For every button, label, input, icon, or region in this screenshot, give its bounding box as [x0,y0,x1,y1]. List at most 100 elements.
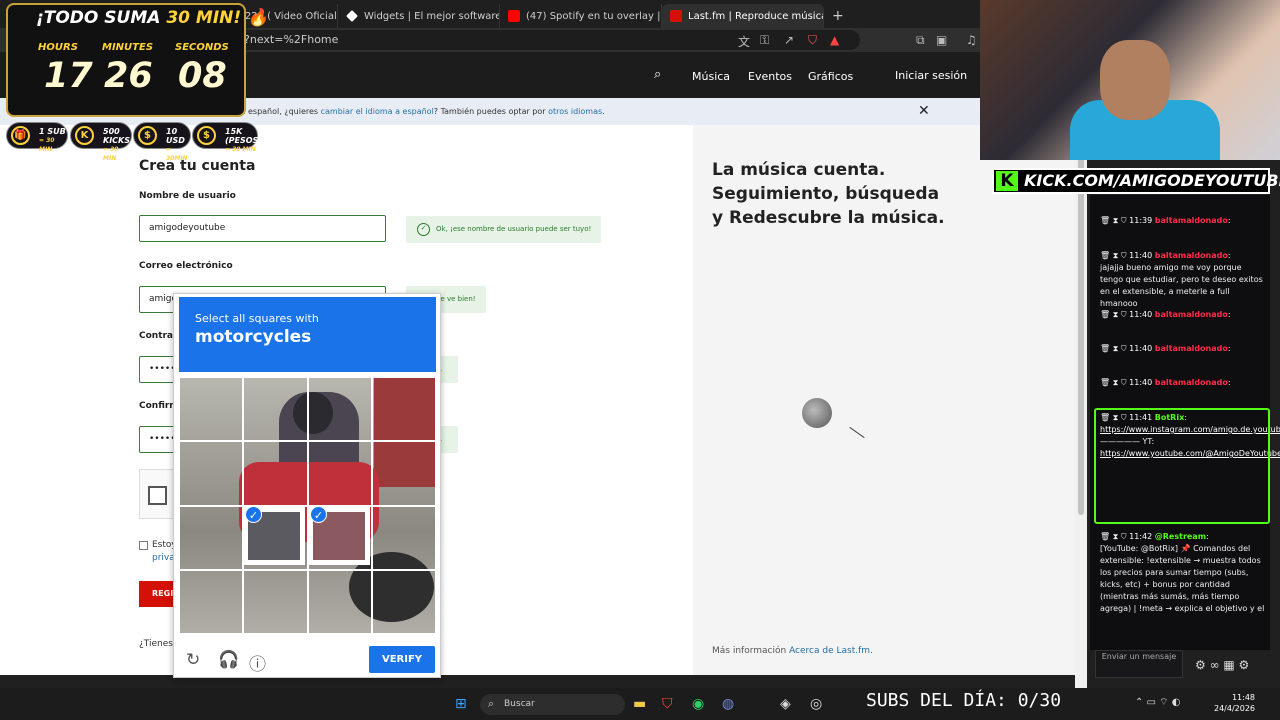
key-icon[interactable]: ⚿ [760,33,769,48]
loading-globe-icon [802,398,832,428]
more-info-text: Más información [712,646,790,656]
more-info-end: . [870,646,873,656]
obs-icon[interactable]: ◎ [810,696,822,712]
badge-main: 1 SUB [39,127,66,136]
message-actions[interactable]: 🗑 ⧗ ⛉ [1100,344,1129,353]
music-icon[interactable]: ♫ [966,33,977,47]
chat-settings-icons[interactable]: ⚙ ∞ ▦ ⚙ [1195,658,1249,672]
new-tab-button[interactable]: + [824,4,854,28]
wallet-icon[interactable]: ▣ [936,33,947,47]
message-time: 11:39 [1129,216,1153,225]
chat-input[interactable]: Enviar un mensaje [1095,650,1183,678]
brave-shield-icon[interactable]: ⛉ [808,33,817,48]
search-icon: ⌕ [488,697,495,710]
translate-icon[interactable]: ⽂ [738,33,750,50]
login-link[interactable]: Iniciar sesión [895,69,967,82]
message-username[interactable]: @Restream [1155,532,1206,541]
banner-post: . [602,107,605,116]
message-username[interactable]: baltamaldonado [1155,378,1228,387]
message-actions[interactable]: 🗑 ⧗ ⛉ [1100,251,1129,260]
taskbar-search[interactable]: Buscar [480,694,625,715]
captcha-cell[interactable] [179,377,244,442]
username-valid-message: Ok, ¡ese nombre de usuario puede ser tuy… [406,216,602,243]
captcha-cell[interactable] [371,377,436,442]
taskbar-clock[interactable]: 11:48 24/4/2026 [1214,692,1255,714]
message-actions[interactable]: 🗑 ⧗ ⛉ [1100,310,1129,319]
captcha-cell[interactable] [243,377,308,442]
youtube-tab-icon [508,10,520,22]
minutes-value: 26 [104,56,153,96]
tray-icons[interactable]: ⌃ ▭ ⌔ ◐ [1135,696,1181,709]
email-label: Correo electrónico [139,261,233,271]
file-explorer-icon[interactable]: ▬ [633,696,646,712]
captcha-cell[interactable] [307,377,372,442]
extensions-icon[interactable]: ⧉ [916,33,925,48]
register-button[interactable]: REGIS [139,581,179,607]
message-actions[interactable]: 🗑 ⧗ ⛉ [1100,532,1129,541]
tab-lastfm[interactable]: Last.fm | Reproduce música, enc✕ [662,4,824,28]
nav-musica[interactable]: Música [692,70,730,83]
captcha-cell[interactable] [179,505,244,570]
message-text: jajajja bueno amigo me voy porque tengo … [1100,263,1263,308]
badge-sub: 🎁 1 SUB = 30 MIN [6,122,68,153]
badge-sub-text: = 30MIN [166,146,188,162]
message-username[interactable]: baltamaldonado [1155,310,1228,319]
info-icon[interactable]: ⓘ [249,650,266,675]
search-icon[interactable]: ⌕ [654,67,661,82]
tab-spotify-video[interactable]: (47) Spotify en tu overlay | Solución [500,4,662,28]
verify-button[interactable]: VERIFY [369,646,435,673]
message-username[interactable]: baltamaldonado [1155,344,1228,353]
captcha-cell[interactable] [243,441,308,506]
message-username[interactable]: baltamaldonado [1155,216,1228,225]
captcha-cell[interactable] [307,441,372,506]
captcha-cell[interactable] [243,569,308,634]
captcha-cell[interactable] [371,505,436,570]
captcha-cell[interactable] [371,569,436,634]
share-icon[interactable]: ↗ [784,33,794,47]
widgets-tab-icon [346,10,358,22]
tab-label: Widgets | El mejor software para pot [364,10,500,22]
rewards-icon[interactable]: ▲ [830,33,839,47]
pinned-highlight [1094,408,1270,524]
message-actions[interactable]: 🗑 ⧗ ⛉ [1100,216,1129,225]
whatsapp-icon[interactable]: ◉ [692,696,704,712]
app-icon[interactable]: ◈ [780,696,791,712]
about-lastfm-link[interactable]: Acerca de Last.fm [789,646,870,656]
kick-icon: K [75,126,94,145]
nav-graficos[interactable]: Gráficos [808,70,853,83]
overlay-headline: ¡TODO SUMA 30 MIN! 🔥 [36,8,268,28]
change-language-link[interactable]: cambiar el idioma a español [321,107,434,116]
badge-main: 10 USD [166,127,185,145]
captcha-cell-layer [179,377,436,634]
captcha-cell[interactable] [371,441,436,506]
username-label: Nombre de usuario [139,191,236,201]
chat-message: 🗑 ⧗ ⛉ 11:40 baltamaldonado: jajajja bueno… [1100,251,1263,308]
minutes-label: MINUTES [102,42,154,53]
reload-icon[interactable]: ↻ [186,650,200,670]
captcha-target: motorcycles [195,327,312,347]
terms-checkbox[interactable] [139,541,148,550]
captcha-cell[interactable] [179,441,244,506]
message-actions[interactable]: 🗑 ⧗ ⛉ [1100,378,1129,387]
username-field[interactable]: amigodeyoutube [139,215,386,242]
privacy-link[interactable]: priva [152,553,175,563]
gift-icon: 🎁 [11,126,30,145]
nav-eventos[interactable]: Eventos [748,70,792,83]
message-text: [YouTube: @BotRix] 📌 Comandos del extens… [1100,544,1265,613]
headphones-icon[interactable]: 🎧 [218,650,239,670]
recaptcha-checkbox[interactable] [148,486,167,505]
message-username[interactable]: baltamaldonado [1155,251,1228,260]
tab-widgets[interactable]: Widgets | El mejor software para pot [338,4,500,28]
message-time: 11:40 [1129,310,1153,319]
badge-sub-text: = 30 MIN [39,137,55,153]
captcha-cell[interactable] [179,569,244,634]
discord-icon[interactable]: ◍ [722,696,734,712]
brave-icon[interactable]: ⛉ [662,696,673,712]
close-icon[interactable]: ✕ [918,98,930,125]
banner-text: á en español, ¿quieres cambiar el idioma… [228,98,605,125]
fire-icon: 🔥 [247,8,269,28]
banner-mid: ? También puedes optar por [433,107,549,116]
other-languages-link[interactable]: otros idiomas [548,107,602,116]
captcha-cell[interactable] [307,569,372,634]
windows-start-icon[interactable]: ⊞ [455,696,467,712]
